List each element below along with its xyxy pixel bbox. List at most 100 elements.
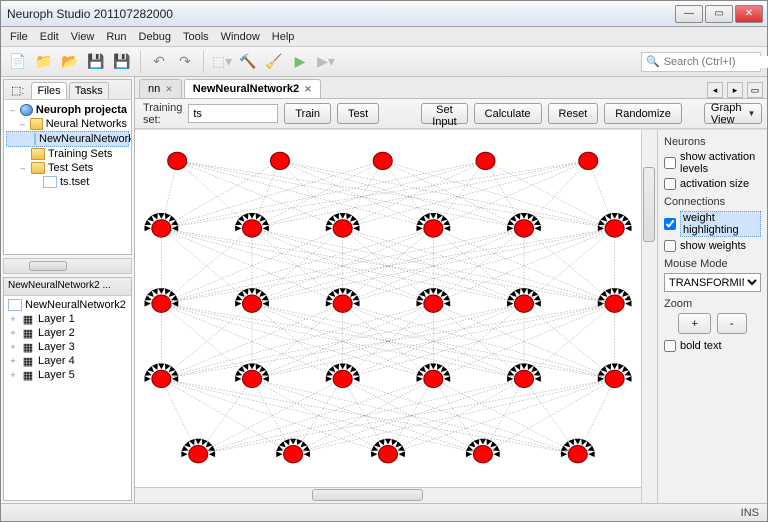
- train-button[interactable]: Train: [284, 103, 331, 124]
- tab-tasks[interactable]: Tasks: [69, 82, 109, 99]
- clean-icon[interactable]: 🧹: [263, 51, 285, 73]
- nn-file-icon: [8, 299, 22, 311]
- redo-icon[interactable]: ↷: [174, 51, 196, 73]
- neurons-section-label: Neurons: [664, 136, 761, 148]
- editor-prev-button[interactable]: ◂: [707, 82, 723, 98]
- close-icon[interactable]: ✕: [165, 84, 173, 95]
- close-button[interactable]: ✕: [735, 5, 763, 23]
- build-icon[interactable]: 🔨: [237, 51, 259, 73]
- outline-layer-3[interactable]: +▦Layer 3: [6, 340, 129, 354]
- test-button[interactable]: Test: [337, 103, 379, 124]
- menu-help[interactable]: Help: [267, 29, 300, 45]
- titlebar: Neuroph Studio 201107282000 — ▭ ✕: [1, 1, 767, 27]
- chevron-down-icon: ▼: [747, 109, 755, 118]
- show-weights-checkbox[interactable]: show weights: [664, 240, 761, 252]
- editor-tab-nn2[interactable]: NewNeuralNetwork2✕: [184, 79, 321, 98]
- layer-icon: ▦: [21, 313, 35, 325]
- editor-column: nn✕ NewNeuralNetwork2✕ ◂ ▸ ▭ Training se…: [135, 77, 767, 503]
- project-tree[interactable]: –Neuroph projecta –Neural Networks NewNe…: [4, 100, 131, 254]
- outline-layer-5[interactable]: +▦Layer 5: [6, 368, 129, 382]
- graph-view-dropdown[interactable]: Graph View▼: [704, 103, 763, 124]
- menubar: File Edit View Run Debug Tools Window He…: [1, 27, 767, 47]
- graph-side-panel: Neurons show activation levels activatio…: [657, 130, 767, 503]
- zoom-in-button[interactable]: +: [678, 313, 710, 334]
- project-hscroll[interactable]: [3, 258, 132, 274]
- canvas-vscroll[interactable]: [641, 130, 657, 503]
- mouse-mode-select[interactable]: TRANSFORMING: [664, 273, 761, 292]
- mouse-mode-label: Mouse Mode: [664, 258, 761, 270]
- search-icon: 🔍: [646, 55, 660, 68]
- tree-nn-folder[interactable]: –Neural Networks: [6, 117, 129, 131]
- main-toolbar: 📄 📁 📂 💾 💾 ↶ ↷ ⬚▾ 🔨 🧹 ▶ ▶▾ 🔍: [1, 47, 767, 77]
- zoom-label: Zoom: [664, 298, 761, 310]
- project-tabs: ⬚ː Files Tasks: [4, 80, 131, 100]
- tree-nn-file[interactable]: NewNeuralNetwork: [6, 131, 129, 147]
- tree-root[interactable]: –Neuroph projecta: [6, 103, 129, 117]
- minimize-button[interactable]: —: [675, 5, 703, 23]
- new-file-icon[interactable]: 📄: [7, 51, 29, 73]
- undo-icon[interactable]: ↶: [148, 51, 170, 73]
- project-icon: [20, 104, 33, 116]
- open-icon[interactable]: 📂: [59, 51, 81, 73]
- randomize-button[interactable]: Randomize: [604, 103, 682, 124]
- folder-icon: [31, 162, 45, 174]
- training-set-label: Training set:: [143, 102, 182, 126]
- editor-area: Neurons show activation levels activatio…: [135, 129, 767, 503]
- training-set-input[interactable]: [188, 104, 278, 123]
- menu-view[interactable]: View: [66, 29, 100, 45]
- tree-test-file[interactable]: ts.tset: [6, 175, 129, 189]
- outline-panel: NewNeuralNetwork2 ... NewNeuralNetwork2 …: [3, 277, 132, 501]
- save-all-icon[interactable]: 💾: [111, 51, 133, 73]
- menu-debug[interactable]: Debug: [134, 29, 176, 45]
- close-icon[interactable]: ✕: [304, 84, 312, 95]
- calculate-button[interactable]: Calculate: [474, 103, 542, 124]
- menu-tools[interactable]: Tools: [178, 29, 214, 45]
- tree-ts-folder[interactable]: Training Sets: [6, 147, 129, 161]
- layer-icon: ▦: [21, 341, 35, 353]
- network-controls: Training set: Train Test Set Input Calcu…: [135, 99, 767, 129]
- status-ins: INS: [741, 507, 759, 519]
- folder-icon: [30, 118, 43, 130]
- activation-size-checkbox[interactable]: activation size: [664, 178, 761, 190]
- editor-tab-nn[interactable]: nn✕: [139, 79, 182, 98]
- set-input-button[interactable]: Set Input: [421, 103, 467, 124]
- outline-layer-1[interactable]: +▦Layer 1: [6, 312, 129, 326]
- zoom-out-button[interactable]: -: [717, 313, 747, 334]
- left-column: ⬚ː Files Tasks –Neuroph projecta –Neural…: [1, 77, 135, 503]
- editor-next-button[interactable]: ▸: [727, 82, 743, 98]
- tab-files[interactable]: Files: [31, 82, 66, 99]
- layer-icon: ▦: [21, 369, 35, 381]
- run-icon[interactable]: ▶: [289, 51, 311, 73]
- menu-edit[interactable]: Edit: [35, 29, 64, 45]
- editor-max-button[interactable]: ▭: [747, 82, 763, 98]
- menu-file[interactable]: File: [5, 29, 33, 45]
- status-bar: INS: [1, 503, 767, 521]
- maximize-button[interactable]: ▭: [705, 5, 733, 23]
- search-box[interactable]: 🔍: [641, 52, 761, 72]
- outline-layer-4[interactable]: +▦Layer 4: [6, 354, 129, 368]
- file-icon: [43, 176, 57, 188]
- weight-highlighting-checkbox[interactable]: weight highlighting: [664, 211, 761, 237]
- network-canvas[interactable]: [135, 130, 641, 487]
- save-icon[interactable]: 💾: [85, 51, 107, 73]
- show-activation-checkbox[interactable]: show activation levels: [664, 151, 761, 175]
- debug-icon[interactable]: ▶▾: [315, 51, 337, 73]
- search-input[interactable]: [664, 56, 768, 68]
- config-icon[interactable]: ⬚▾: [211, 51, 233, 73]
- file-icon: [34, 133, 36, 145]
- reset-button[interactable]: Reset: [548, 103, 599, 124]
- layer-icon: ▦: [21, 355, 35, 367]
- menu-window[interactable]: Window: [216, 29, 265, 45]
- outline-header: NewNeuralNetwork2 ...: [4, 278, 131, 296]
- outline-root[interactable]: NewNeuralNetwork2: [6, 298, 129, 312]
- bold-text-checkbox[interactable]: bold text: [664, 340, 761, 352]
- outline-layer-2[interactable]: +▦Layer 2: [6, 326, 129, 340]
- editor-tabs: nn✕ NewNeuralNetwork2✕ ◂ ▸ ▭: [135, 77, 767, 99]
- connections-section-label: Connections: [664, 196, 761, 208]
- window-controls: — ▭ ✕: [673, 5, 763, 23]
- menu-run[interactable]: Run: [101, 29, 131, 45]
- new-project-icon[interactable]: 📁: [33, 51, 55, 73]
- canvas-hscroll[interactable]: [135, 487, 641, 503]
- tree-test-folder[interactable]: –Test Sets: [6, 161, 129, 175]
- outline-tree[interactable]: NewNeuralNetwork2 +▦Layer 1 +▦Layer 2 +▦…: [4, 296, 131, 500]
